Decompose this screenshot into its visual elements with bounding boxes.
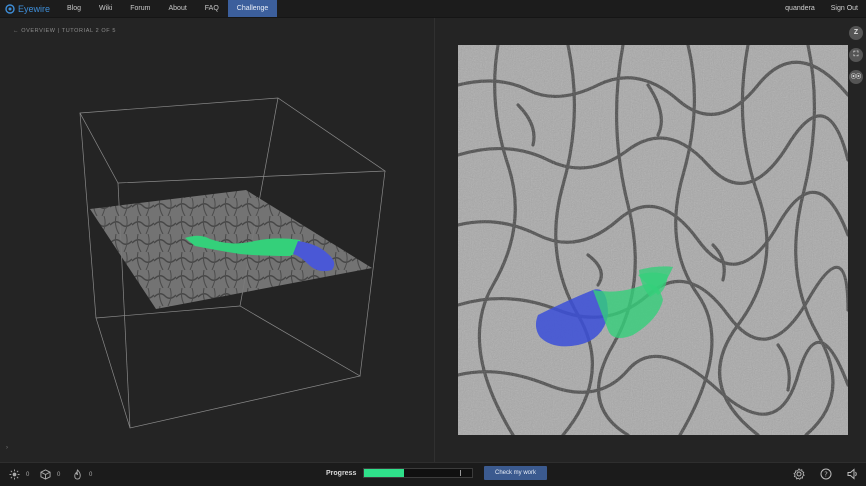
fullscreen-button[interactable]: ⛶ bbox=[849, 48, 863, 62]
bottom-status-bar: 0 0 0 Progress Check my work ? bbox=[0, 462, 866, 486]
logo-text: Eyewire bbox=[18, 3, 51, 14]
binoculars-button[interactable]: ⦿⦿ bbox=[849, 70, 863, 84]
top-navigation-bar: Eyewire Blog Wiki Forum About FAQ Challe… bbox=[0, 0, 866, 18]
sound-icon[interactable] bbox=[847, 468, 859, 480]
help-icon[interactable]: ? bbox=[820, 468, 832, 480]
stat-streak-value: 0 bbox=[89, 471, 93, 478]
nav-blog[interactable]: Blog bbox=[58, 0, 90, 17]
svg-text:?: ? bbox=[824, 471, 828, 479]
stat-cubes: 0 bbox=[40, 469, 60, 480]
username-link[interactable]: quandera bbox=[777, 5, 823, 12]
progress-label: Progress bbox=[326, 470, 357, 477]
stat-points-value: 0 bbox=[26, 471, 30, 478]
check-my-work-button[interactable]: Check my work bbox=[484, 466, 547, 480]
nav-forum[interactable]: Forum bbox=[121, 0, 159, 17]
progress-bar-fill bbox=[364, 469, 404, 477]
eyewire-logo-icon bbox=[5, 3, 15, 14]
stat-cubes-value: 0 bbox=[57, 471, 61, 478]
em-slice-view[interactable] bbox=[458, 45, 848, 435]
flame-icon bbox=[74, 469, 81, 480]
em-image-panel[interactable]: Z ⛶ ⦿⦿ bbox=[435, 18, 866, 462]
progress-marker bbox=[460, 470, 461, 476]
nav-challenge[interactable]: Challenge bbox=[227, 0, 278, 17]
tutorial-breadcrumb[interactable]: ← OVERVIEW | TUTORIAL 2 OF 5 bbox=[13, 28, 116, 34]
stat-streak: 0 bbox=[72, 469, 92, 480]
nav-faq[interactable]: FAQ bbox=[196, 0, 228, 17]
settings-icon[interactable] bbox=[793, 468, 805, 480]
nav-about[interactable]: About bbox=[159, 0, 195, 17]
progress-bar bbox=[363, 468, 473, 478]
3d-view-panel[interactable]: ← OVERVIEW | TUTORIAL 2 OF 5 › bbox=[0, 18, 435, 462]
sun-icon bbox=[9, 469, 20, 480]
sign-out-link[interactable]: Sign Out bbox=[823, 5, 866, 12]
panel-expand-arrow[interactable]: › bbox=[6, 445, 8, 451]
em-noise-texture bbox=[458, 45, 848, 435]
z-button[interactable]: Z bbox=[849, 26, 863, 40]
cube-icon bbox=[40, 469, 51, 480]
eyewire-logo[interactable]: Eyewire bbox=[5, 4, 50, 14]
stat-points: 0 bbox=[9, 469, 29, 480]
nav-wiki[interactable]: Wiki bbox=[90, 0, 121, 17]
3d-scene[interactable] bbox=[0, 18, 434, 462]
